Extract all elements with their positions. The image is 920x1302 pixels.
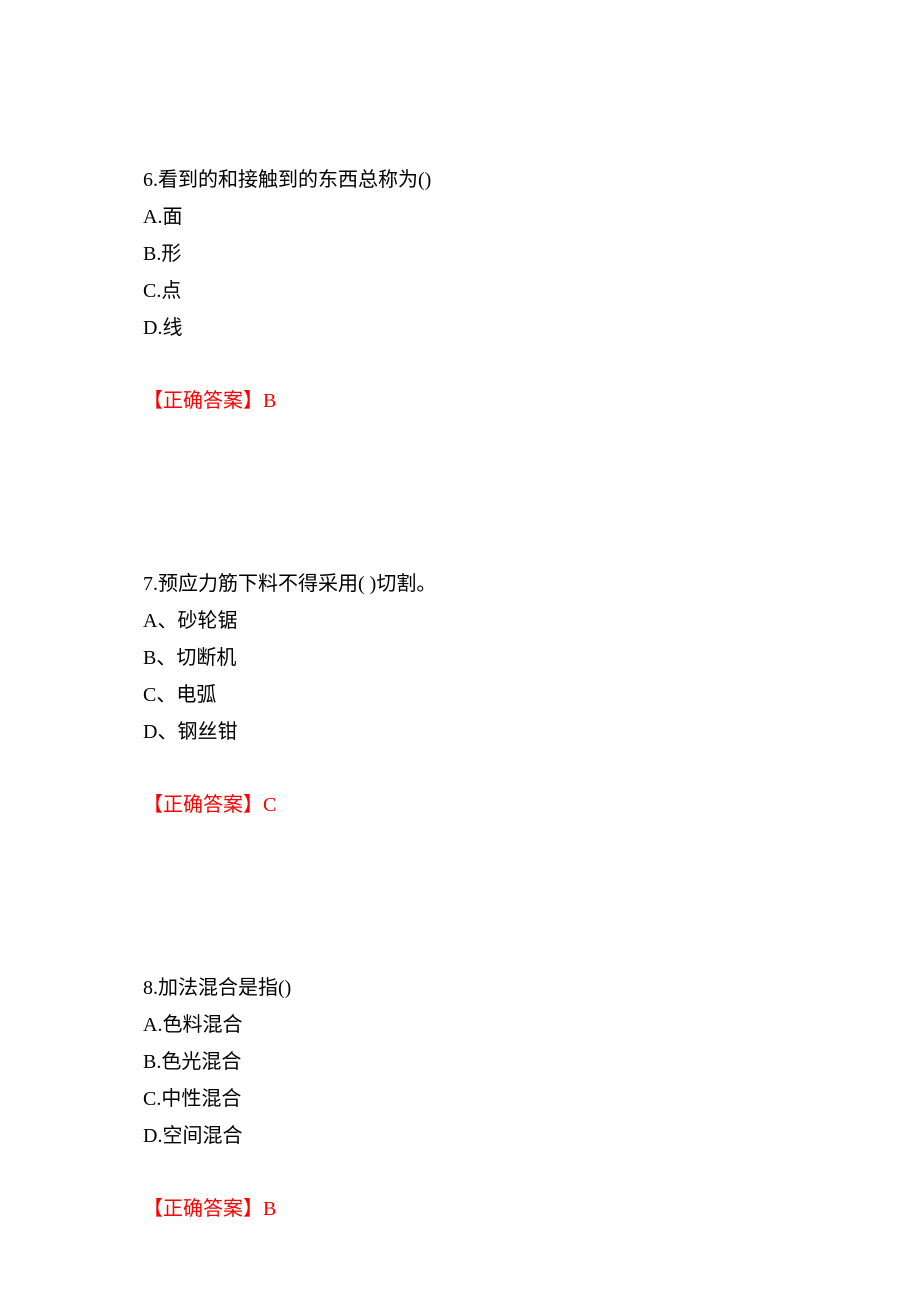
answer-value: B bbox=[263, 390, 276, 412]
question-option: C、电弧 bbox=[143, 677, 820, 714]
answer-line: 【正确答案】B bbox=[143, 383, 820, 420]
question-option: A、砂轮锯 bbox=[143, 603, 820, 640]
question-option: A.面 bbox=[143, 199, 820, 236]
answer-line: 【正确答案】C bbox=[143, 787, 820, 824]
question-option: B.形 bbox=[143, 236, 820, 273]
question-stem: 7.预应力筋下料不得采用( )切割。 bbox=[143, 566, 820, 603]
question-option: D.空间混合 bbox=[143, 1118, 820, 1155]
question-option: A.色料混合 bbox=[143, 1007, 820, 1044]
question-option: C.中性混合 bbox=[143, 1081, 820, 1118]
answer-label: 【正确答案】 bbox=[143, 390, 263, 412]
question-8: 8.加法混合是指() A.色料混合 B.色光混合 C.中性混合 D.空间混合 【… bbox=[143, 970, 820, 1228]
question-stem: 6.看到的和接触到的东西总称为() bbox=[143, 162, 820, 199]
question-stem: 8.加法混合是指() bbox=[143, 970, 820, 1007]
question-6: 6.看到的和接触到的东西总称为() A.面 B.形 C.点 D.线 【正确答案】… bbox=[143, 162, 820, 420]
question-option: B、切断机 bbox=[143, 640, 820, 677]
question-option: D、钢丝钳 bbox=[143, 714, 820, 751]
answer-value: B bbox=[263, 1198, 276, 1220]
question-option: C.点 bbox=[143, 273, 820, 310]
answer-line: 【正确答案】B bbox=[143, 1191, 820, 1228]
answer-label: 【正确答案】 bbox=[143, 1198, 263, 1220]
question-option: D.线 bbox=[143, 310, 820, 347]
question-7: 7.预应力筋下料不得采用( )切割。 A、砂轮锯 B、切断机 C、电弧 D、钢丝… bbox=[143, 566, 820, 824]
answer-value: C bbox=[263, 794, 276, 816]
question-option: B.色光混合 bbox=[143, 1044, 820, 1081]
answer-label: 【正确答案】 bbox=[143, 794, 263, 816]
